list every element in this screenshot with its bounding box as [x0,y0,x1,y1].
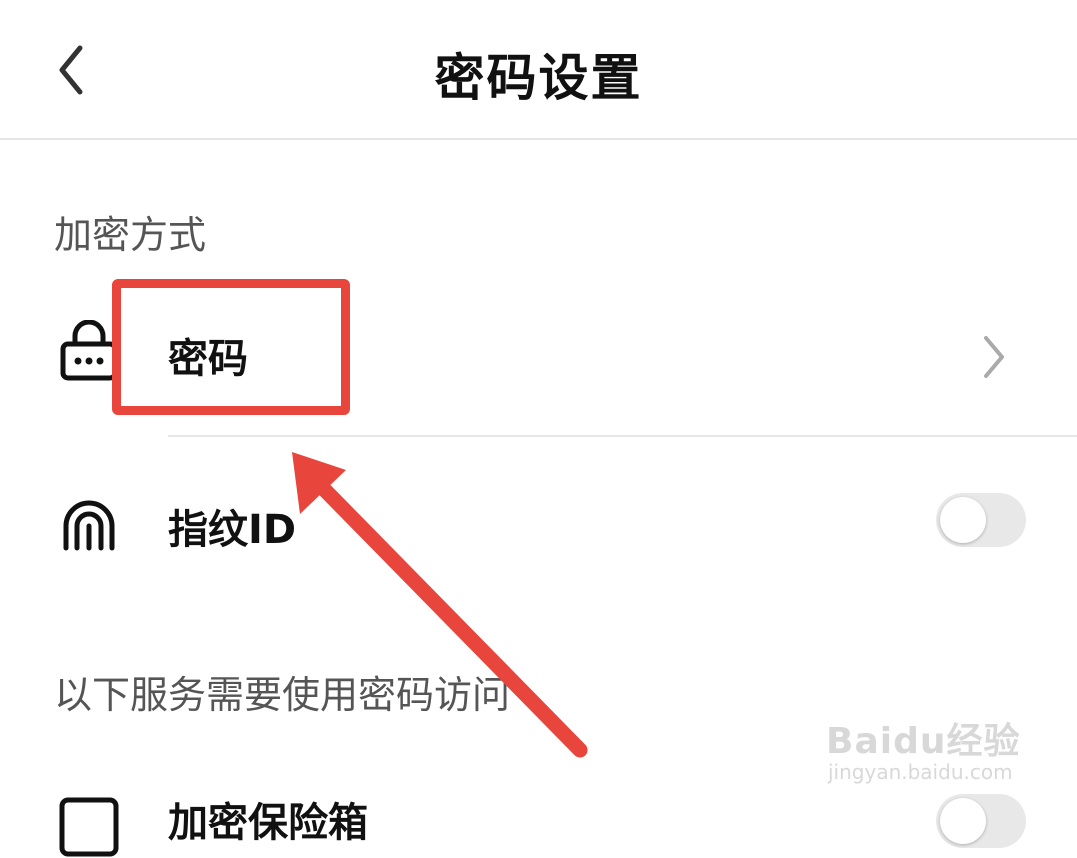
lock-icon [60,320,118,381]
watermark-logo: Baidu经验 [826,721,1021,762]
fingerprint-toggle[interactable] [936,493,1026,547]
page-title: 密码设置 [434,49,643,107]
toggle-knob [940,497,986,543]
highlight-box [112,279,350,415]
chevron-right-icon [984,336,1004,378]
watermark-url: jingyan.baidu.com [828,760,1013,784]
fingerprint-label: 指纹ID [168,507,297,553]
fingerprint-icon [63,500,115,551]
header-bar: 密码设置 [0,0,1077,140]
toggle-knob [940,798,986,844]
vault-label: 加密保险箱 [168,800,368,846]
fingerprint-row: 指纹ID [0,437,1077,607]
vault-toggle[interactable] [936,794,1026,848]
section-label-encryption: 加密方式 [54,213,207,257]
safe-icon [59,797,119,857]
section-label-services: 以下服务需要使用密码访问 [54,673,511,717]
